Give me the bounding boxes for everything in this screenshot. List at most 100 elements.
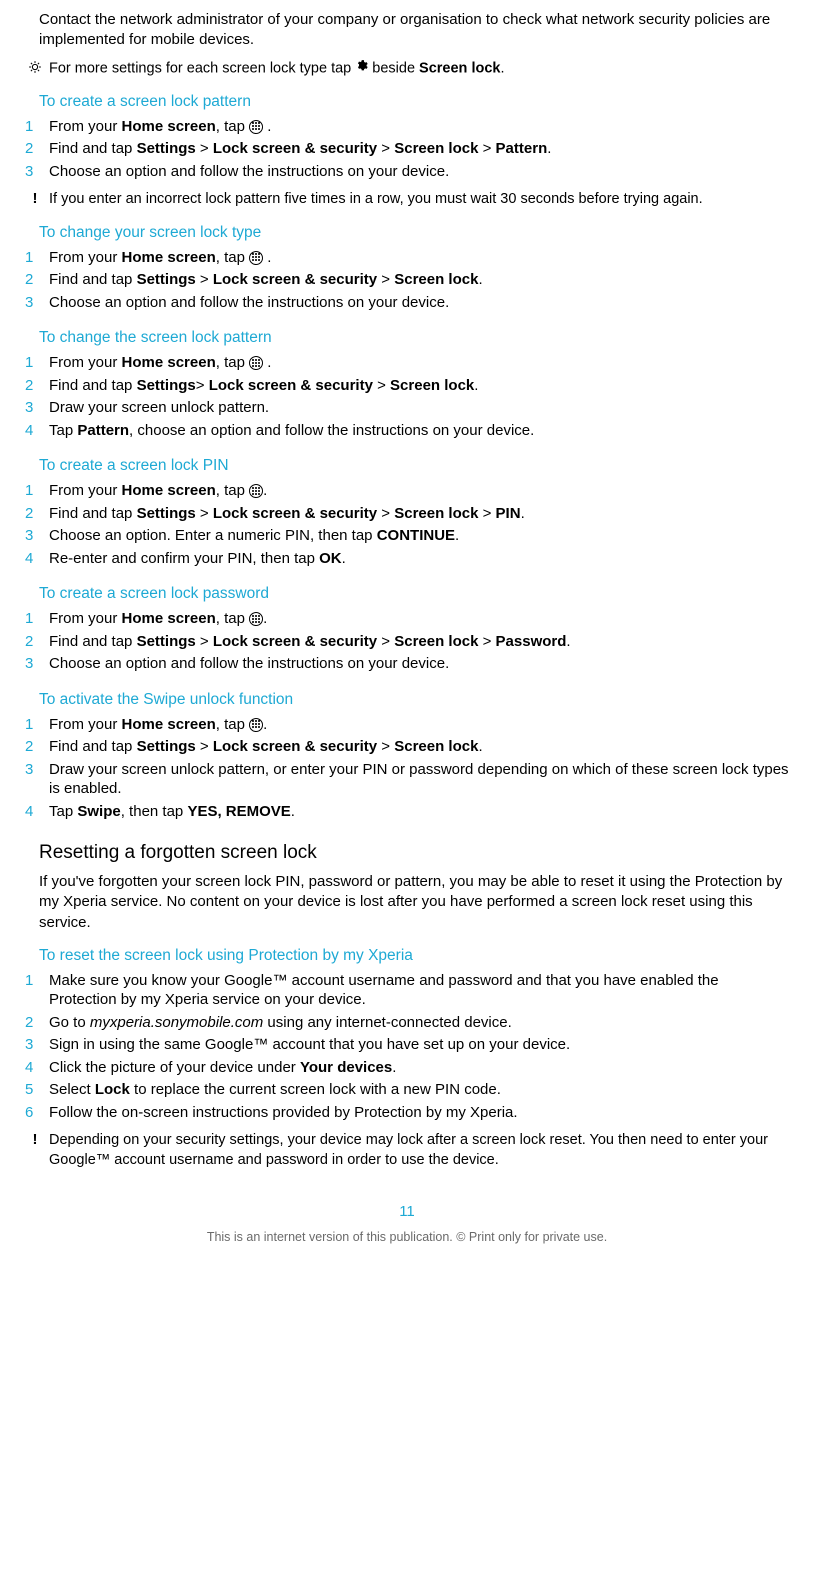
- step-text: .: [547, 140, 551, 157]
- step-text: Home screen: [122, 249, 216, 266]
- step-text: Settings: [137, 377, 196, 394]
- step-text: , tap: [216, 482, 249, 499]
- heading-create-pin: To create a screen lock PIN: [39, 457, 789, 475]
- step-text: Go to: [49, 1014, 90, 1031]
- step: 1From your Home screen, tap .: [25, 353, 789, 376]
- step-number: 1: [25, 353, 33, 373]
- step-number: 1: [25, 481, 33, 501]
- heading-create-password: To create a screen lock password: [39, 585, 789, 603]
- footer-text: This is an internet version of this publ…: [25, 1230, 789, 1244]
- step-text: .: [291, 803, 295, 820]
- step-text: From your: [49, 610, 122, 627]
- step-text: Tap: [49, 422, 77, 439]
- step-text: From your: [49, 354, 122, 371]
- step-text: Screen lock: [390, 377, 474, 394]
- step-text: Draw your screen unlock pattern.: [49, 399, 269, 416]
- step-text: Settings: [137, 738, 196, 755]
- document-page: Contact the network administrator of you…: [0, 0, 814, 1590]
- step-number: 4: [25, 549, 33, 569]
- step-text: From your: [49, 716, 122, 733]
- step: 2Go to myxperia.sonymobile.com using any…: [25, 1013, 789, 1036]
- step-text: Home screen: [122, 118, 216, 135]
- page-number: 11: [25, 1203, 789, 1220]
- step-text: >: [377, 633, 394, 650]
- steps-create-password: 1From your Home screen, tap . 2Find and …: [25, 609, 789, 677]
- step-text: Choose an option and follow the instruct…: [49, 655, 449, 672]
- step-text: >: [373, 377, 390, 394]
- step-number: 2: [25, 376, 33, 396]
- step: 2Find and tap Settings> Lock screen & se…: [25, 376, 789, 399]
- warning-text: If you enter an incorrect lock pattern f…: [49, 191, 703, 207]
- heading-change-type: To change your screen lock type: [39, 224, 789, 242]
- step: 4Tap Swipe, then tap YES, REMOVE.: [25, 802, 789, 825]
- step: 1From your Home screen, tap .: [25, 117, 789, 140]
- step-text: Screen lock: [394, 140, 478, 157]
- step-text: From your: [49, 249, 122, 266]
- step: 2Find and tap Settings > Lock screen & s…: [25, 504, 789, 527]
- step-text: OK: [319, 550, 342, 567]
- step-text: >: [196, 377, 209, 394]
- step: 3Draw your screen unlock pattern, or ent…: [25, 760, 789, 802]
- tip-text-b: beside: [368, 60, 419, 76]
- step-text: Select: [49, 1081, 95, 1098]
- step-text: >: [377, 271, 394, 288]
- tip-note: For more settings for each screen lock t…: [25, 59, 789, 79]
- step-text: Pattern: [77, 422, 129, 439]
- step: 3Sign in using the same Google™ account …: [25, 1035, 789, 1058]
- warning-icon: !: [27, 191, 43, 206]
- step-number: 1: [25, 248, 33, 268]
- step-text: Home screen: [122, 610, 216, 627]
- step: 2Find and tap Settings > Lock screen & s…: [25, 270, 789, 293]
- step-text: Find and tap: [49, 633, 137, 650]
- heading-swipe-unlock: To activate the Swipe unlock function: [39, 691, 789, 709]
- step-text: >: [196, 738, 213, 755]
- step-text: Lock screen & security: [213, 633, 377, 650]
- step-text: Make sure you know your Google™ account …: [49, 972, 719, 1009]
- heading-reset-xperia: To reset the screen lock using Protectio…: [39, 947, 789, 965]
- step-text: Tap: [49, 803, 77, 820]
- step-text: , tap: [216, 610, 249, 627]
- step-text: Home screen: [122, 716, 216, 733]
- step-text: Screen lock: [394, 738, 478, 755]
- step: 4Click the picture of your device under …: [25, 1058, 789, 1081]
- step-text: >: [196, 140, 213, 157]
- step: 1From your Home screen, tap .: [25, 481, 789, 504]
- step-text: >: [377, 738, 394, 755]
- step-number: 3: [25, 654, 33, 674]
- step: 3Choose an option and follow the instruc…: [25, 162, 789, 185]
- apps-icon: [249, 484, 263, 498]
- step-number: 4: [25, 421, 33, 441]
- step-text: Find and tap: [49, 377, 137, 394]
- step-number: 4: [25, 802, 33, 822]
- step: 2Find and tap Settings > Lock screen & s…: [25, 139, 789, 162]
- step-text: CONTINUE: [377, 527, 455, 544]
- step-text: , tap: [216, 716, 249, 733]
- step-text: Password: [496, 633, 567, 650]
- step-text: Lock screen & security: [213, 505, 377, 522]
- steps-reset-xperia: 1Make sure you know your Google™ account…: [25, 971, 789, 1126]
- resetting-paragraph: If you've forgotten your screen lock PIN…: [39, 872, 787, 933]
- step-text: Choose an option and follow the instruct…: [49, 294, 449, 311]
- step-text: .: [263, 354, 271, 371]
- step: 3 Choose an option and follow the instruc…: [25, 654, 789, 677]
- step: 1From your Home screen, tap .: [25, 248, 789, 271]
- step-number: 3: [25, 1035, 33, 1055]
- tip-text-a: For more settings for each screen lock t…: [49, 60, 355, 76]
- apps-icon: [249, 251, 263, 265]
- step-text: Re-enter and confirm your PIN, then tap: [49, 550, 319, 567]
- step-text: >: [478, 140, 495, 157]
- apps-icon: [249, 120, 263, 134]
- step-text: Lock screen & security: [213, 140, 377, 157]
- step-text: .: [263, 249, 271, 266]
- step: 1From your Home screen, tap .: [25, 609, 789, 632]
- step-number: 2: [25, 504, 33, 524]
- step-text: Lock screen & security: [213, 738, 377, 755]
- step-number: 2: [25, 270, 33, 290]
- step-text: .: [263, 118, 271, 135]
- step-text: >: [377, 505, 394, 522]
- step-text: .: [478, 738, 482, 755]
- step-text: YES, REMOVE: [187, 803, 290, 820]
- step-number: 6: [25, 1103, 33, 1123]
- step-text: Settings: [137, 505, 196, 522]
- step-text: Pattern: [496, 140, 548, 157]
